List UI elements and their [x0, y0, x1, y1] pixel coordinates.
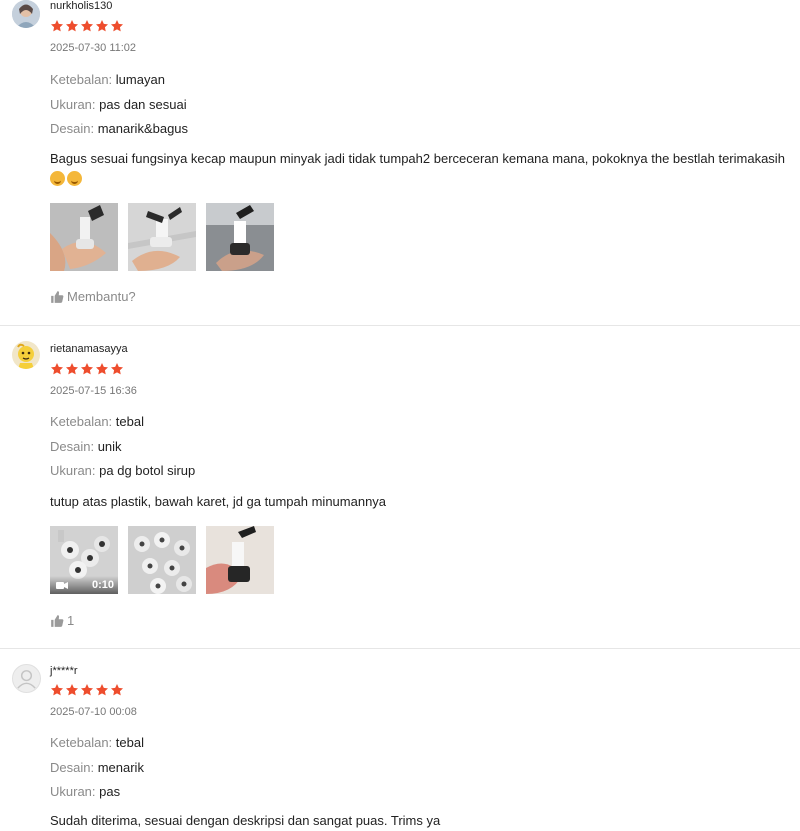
- star-icon: [95, 684, 109, 696]
- attribute-value: pa dg botol sirup: [99, 463, 196, 478]
- username[interactable]: nurkholis130: [50, 0, 112, 12]
- attribute-label: Ukuran:: [50, 463, 100, 478]
- review-date: 2025-07-10 00:08: [50, 706, 137, 718]
- star-icon: [65, 20, 79, 32]
- review-media: [50, 203, 274, 271]
- review-item: j*****r 2025-07-10 00:08 Ketebalan: teba…: [0, 649, 800, 828]
- star-icon: [65, 363, 79, 375]
- avatar-icon: [17, 670, 36, 689]
- review-item: nurkholis130 2025-07-30 11:02 Ketebalan:…: [0, 0, 800, 325]
- review-date: 2025-07-15 16:36: [50, 385, 137, 397]
- attribute-label: Ukuran:: [50, 784, 100, 799]
- star-icon: [65, 684, 79, 696]
- attribute-value: menarik: [97, 760, 144, 775]
- star-icon: [50, 684, 64, 696]
- star-icon: [110, 684, 124, 696]
- review-photo[interactable]: [128, 203, 196, 271]
- avatar-icon: [12, 341, 40, 369]
- star-icon: [80, 20, 94, 32]
- star-icon: [110, 20, 124, 32]
- star-icon: [50, 363, 64, 375]
- star-icon: [80, 363, 94, 375]
- attribute-row: Desain: menarik: [50, 760, 144, 775]
- review-media: 0:10: [50, 526, 274, 594]
- helpful-button[interactable]: Membantu?: [50, 289, 136, 304]
- review-photo[interactable]: [206, 526, 274, 594]
- attribute-value: unik: [97, 439, 122, 454]
- review-item: rietanamasayya 2025-07-15 16:36 Ketebala…: [0, 326, 800, 648]
- attribute-row: Ukuran: pa dg botol sirup: [50, 463, 195, 478]
- product-photo-image: [206, 526, 274, 594]
- review-photo[interactable]: [206, 203, 274, 271]
- review-date: 2025-07-30 11:02: [50, 42, 137, 54]
- review-video[interactable]: 0:10: [50, 526, 118, 594]
- hug-emoji-icon: [50, 171, 65, 186]
- review-text: tutup atas plastik, bawah karet, jd ga t…: [50, 494, 387, 509]
- video-badge: 0:10: [50, 576, 118, 594]
- username[interactable]: rietanamasayya: [50, 343, 128, 355]
- attribute-row: Ketebalan: tebal: [50, 735, 144, 750]
- attribute-value: lumayan: [115, 72, 165, 87]
- attribute-label: Ketebalan:: [50, 72, 116, 87]
- review-text: Sudah diterima, sesuai dengan deskripsi …: [50, 813, 441, 828]
- avatar-icon: [12, 0, 40, 28]
- product-photo-image: [206, 203, 274, 271]
- attribute-row: Desain: manarik&bagus: [50, 121, 188, 136]
- attribute-row: Desain: unik: [50, 439, 122, 454]
- helpful-button[interactable]: 1: [50, 613, 74, 628]
- attribute-label: Ketebalan:: [50, 414, 116, 429]
- review-text-content: Bagus sesuai fungsinya kecap maupun miny…: [50, 151, 785, 166]
- attribute-value: pas dan sesuai: [99, 97, 187, 112]
- star-icon: [50, 20, 64, 32]
- video-camera-icon: [56, 582, 68, 589]
- attribute-value: pas: [99, 784, 121, 799]
- review-photo[interactable]: [50, 203, 118, 271]
- star-icon: [80, 684, 94, 696]
- attribute-row: Ukuran: pas: [50, 784, 120, 799]
- helpful-label: Membantu?: [67, 289, 136, 304]
- star-icon: [110, 363, 124, 375]
- product-photo-image: [50, 203, 118, 271]
- attribute-label: Desain:: [50, 121, 98, 136]
- attribute-row: Ketebalan: lumayan: [50, 72, 165, 87]
- attribute-value: tebal: [115, 735, 144, 750]
- review-text: Bagus sesuai fungsinya kecap maupun miny…: [50, 149, 800, 189]
- thumbs-up-icon: [51, 290, 64, 303]
- attribute-row: Ukuran: pas dan sesuai: [50, 97, 187, 112]
- user-avatar[interactable]: [12, 341, 40, 369]
- star-icon: [95, 20, 109, 32]
- product-photo-image: [128, 203, 196, 271]
- product-photo-image: [128, 526, 196, 594]
- star-icon: [95, 363, 109, 375]
- video-duration: 0:10: [91, 579, 114, 591]
- helpful-count: 1: [67, 613, 75, 628]
- attribute-label: Desain:: [50, 760, 98, 775]
- user-avatar[interactable]: [12, 664, 41, 693]
- star-rating: [50, 362, 124, 376]
- username[interactable]: j*****r: [50, 665, 78, 677]
- user-avatar[interactable]: [12, 0, 40, 28]
- star-rating: [50, 683, 124, 697]
- attribute-label: Desain:: [50, 439, 98, 454]
- thumbs-up-icon: [51, 614, 64, 627]
- review-photo[interactable]: [128, 526, 196, 594]
- star-rating: [50, 19, 124, 33]
- attribute-row: Ketebalan: tebal: [50, 414, 144, 429]
- attribute-label: Ukuran:: [50, 97, 100, 112]
- attribute-value: tebal: [115, 414, 144, 429]
- hug-emoji-icon: [67, 171, 82, 186]
- attribute-label: Ketebalan:: [50, 735, 116, 750]
- attribute-value: manarik&bagus: [97, 121, 189, 136]
